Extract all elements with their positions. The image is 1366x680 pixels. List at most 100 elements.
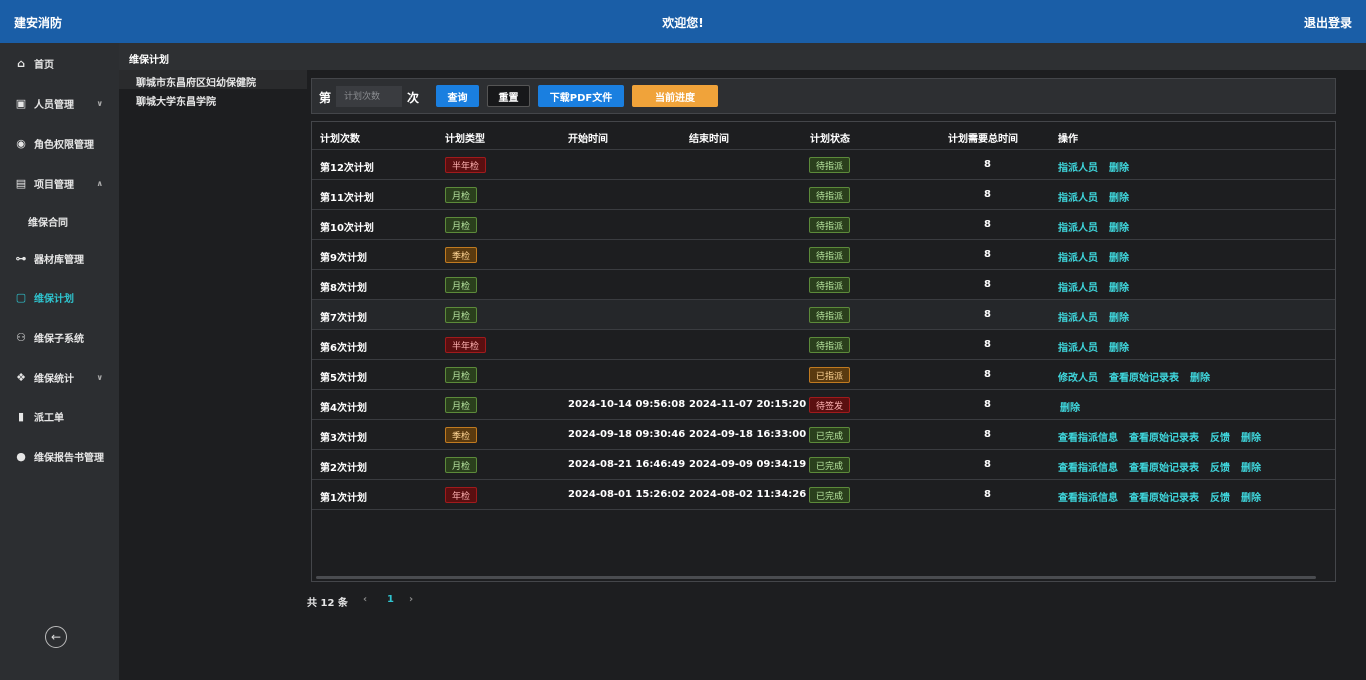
row-action-link[interactable]: 查看原始记录表 (1129, 489, 1199, 504)
sidebar-item[interactable]: ❖ 维保统计 ∨ (0, 357, 119, 397)
row-action-link[interactable]: 查看指派信息 (1058, 489, 1118, 504)
row-action-link[interactable]: 删除 (1190, 369, 1210, 384)
plan-state-tag: 待签发 (809, 397, 851, 413)
total-time-cell: 8 (984, 339, 991, 350)
prev-page-icon[interactable]: ‹ (363, 594, 367, 605)
row-action-link[interactable]: 指派人员 (1058, 279, 1098, 294)
sidebar-item-label: 首页 (34, 59, 54, 71)
cubes-icon: ❖ (16, 370, 26, 384)
sidebar-item[interactable]: ● 维保报告书管理 (0, 436, 119, 476)
total-time-cell: 8 (984, 369, 991, 380)
column-header: 操作 (1058, 134, 1078, 145)
plan-type-tag: 年检 (445, 487, 478, 503)
row-action-link[interactable]: 删除 (1060, 399, 1080, 414)
row-action-link[interactable]: 指派人员 (1058, 309, 1098, 324)
end-time-cell: 2024-11-07 20:15:20 (689, 399, 807, 410)
plan-state-tag: 待指派 (809, 337, 851, 353)
row-action-link[interactable]: 删除 (1109, 159, 1129, 174)
total-time-cell: 8 (984, 279, 991, 290)
row-action-link[interactable]: 查看原始记录表 (1109, 369, 1179, 384)
row-action-link[interactable]: 指派人员 (1058, 189, 1098, 204)
query-button[interactable]: 查询 (436, 85, 479, 107)
sidebar-item[interactable]: ⌂ 首页 (0, 43, 119, 83)
row-action-link[interactable]: 反馈 (1210, 429, 1230, 444)
reset-button[interactable]: 重置 (487, 85, 530, 107)
org-item[interactable]: 聊城市东昌府区妇幼保健院 (136, 74, 256, 89)
sidebar-item[interactable]: ▤ 项目管理 ∧ (0, 163, 119, 203)
sidebar-item[interactable]: ⊶ 器材库管理 (0, 238, 119, 278)
row-actions: 删除 (1060, 399, 1091, 414)
next-page-icon[interactable]: › (409, 594, 413, 605)
org-tree: 聊城市东昌府区妇幼保健院 聊城大学东昌学院 (119, 70, 307, 680)
start-time-cell: 2024-08-21 16:46:49 (568, 459, 686, 470)
row-action-link[interactable]: 删除 (1109, 309, 1129, 324)
sidebar-item[interactable]: ▣ 人员管理 ∨ (0, 83, 119, 123)
plan-name-cell: 第6次计划 (320, 343, 367, 354)
row-action-link[interactable]: 查看指派信息 (1058, 429, 1118, 444)
sidebar-item[interactable]: ◉ 角色权限管理 (0, 123, 119, 163)
start-time-cell: 2024-10-14 09:56:08 (568, 399, 686, 410)
chevron-icon: ∧ (96, 178, 104, 188)
user-card-icon: ▣ (15, 96, 27, 110)
row-action-link[interactable]: 指派人员 (1058, 159, 1098, 174)
content-header: 维保计划 (119, 43, 1366, 70)
top-bar: 建安消防 欢迎您! 退出登录 (0, 0, 1366, 43)
plan-name-cell: 第4次计划 (320, 403, 367, 414)
row-action-link[interactable]: 删除 (1109, 279, 1129, 294)
dumbbell-icon: ⊶ (15, 251, 27, 265)
sidebar-item[interactable]: ▮ 派工单 (0, 396, 119, 436)
breadcrumb: 维保计划 (129, 55, 169, 66)
row-action-link[interactable]: 反馈 (1210, 489, 1230, 504)
org-item[interactable]: 聊城大学东昌学院 (136, 93, 216, 108)
row-action-link[interactable]: 查看原始记录表 (1129, 429, 1199, 444)
row-action-link[interactable]: 删除 (1109, 249, 1129, 264)
sidebar-item[interactable]: ⚇ 维保子系统 (0, 317, 119, 357)
collapse-sidebar-button[interactable]: ← (45, 626, 67, 648)
sidebar-item[interactable]: 维保合同 (0, 201, 119, 241)
table-row: 第8次计划 月检 待指派 8 指派人员 删除 (312, 270, 1335, 300)
row-actions: 指派人员 删除 (1058, 309, 1140, 324)
plan-type-tag: 月检 (445, 307, 478, 323)
plan-state-tag: 待指派 (809, 307, 851, 323)
total-count: 共 12 条 (307, 598, 348, 609)
row-action-link[interactable]: 修改人员 (1058, 369, 1098, 384)
sidebar-item-label: 派工单 (34, 412, 64, 424)
row-action-link[interactable]: 指派人员 (1058, 339, 1098, 354)
table-row: 第4次计划 月检 2024-10-14 09:56:08 2024-11-07 20:… (312, 390, 1335, 420)
sidebar-item[interactable]: ▢ 维保计划 (0, 277, 119, 317)
row-action-link[interactable]: 反馈 (1210, 459, 1230, 474)
row-actions: 指派人员 删除 (1058, 159, 1140, 174)
plan-type-tag: 月检 (445, 277, 478, 293)
row-actions: 查看指派信息 查看原始记录表 反馈 删除 (1058, 459, 1272, 474)
plan-type-tag: 季检 (445, 427, 478, 443)
plan-state-tag: 待指派 (809, 217, 851, 233)
total-time-cell: 8 (984, 459, 991, 470)
plan-state-tag: 已完成 (809, 487, 851, 503)
row-action-link[interactable]: 删除 (1109, 219, 1129, 234)
row-action-link[interactable]: 查看原始记录表 (1129, 459, 1199, 474)
plan-state-tag: 待指派 (809, 247, 851, 263)
row-action-link[interactable]: 删除 (1109, 189, 1129, 204)
page-number[interactable]: 1 (387, 594, 394, 605)
current-progress-button[interactable]: 当前进度 (632, 85, 718, 107)
row-action-link[interactable]: 删除 (1241, 489, 1261, 504)
plan-type-tag: 月检 (445, 187, 478, 203)
row-action-link[interactable]: 指派人员 (1058, 219, 1098, 234)
table-row: 第2次计划 月检 2024-08-21 16:46:49 2024-09-09 09:… (312, 450, 1335, 480)
row-action-link[interactable]: 指派人员 (1058, 249, 1098, 264)
row-action-link[interactable]: 删除 (1241, 429, 1261, 444)
plan-state-tag: 已指派 (809, 367, 851, 383)
row-actions: 指派人员 删除 (1058, 189, 1140, 204)
horizontal-scrollbar[interactable] (316, 576, 1316, 579)
row-action-link[interactable]: 查看指派信息 (1058, 459, 1118, 474)
table-row: 第9次计划 季检 待指派 8 指派人员 删除 (312, 240, 1335, 270)
column-header: 计划需要总时间 (948, 134, 1018, 145)
row-action-link[interactable]: 删除 (1241, 459, 1261, 474)
start-time-cell: 2024-08-01 15:26:02 (568, 489, 686, 500)
logout-link[interactable]: 退出登录 (1304, 14, 1352, 31)
row-action-link[interactable]: 删除 (1109, 339, 1129, 354)
chevron-icon: ∨ (96, 372, 104, 382)
download-pdf-button[interactable]: 下载PDF文件 (538, 85, 624, 107)
plan-count-input[interactable] (336, 86, 402, 107)
plan-name-cell: 第7次计划 (320, 313, 367, 324)
